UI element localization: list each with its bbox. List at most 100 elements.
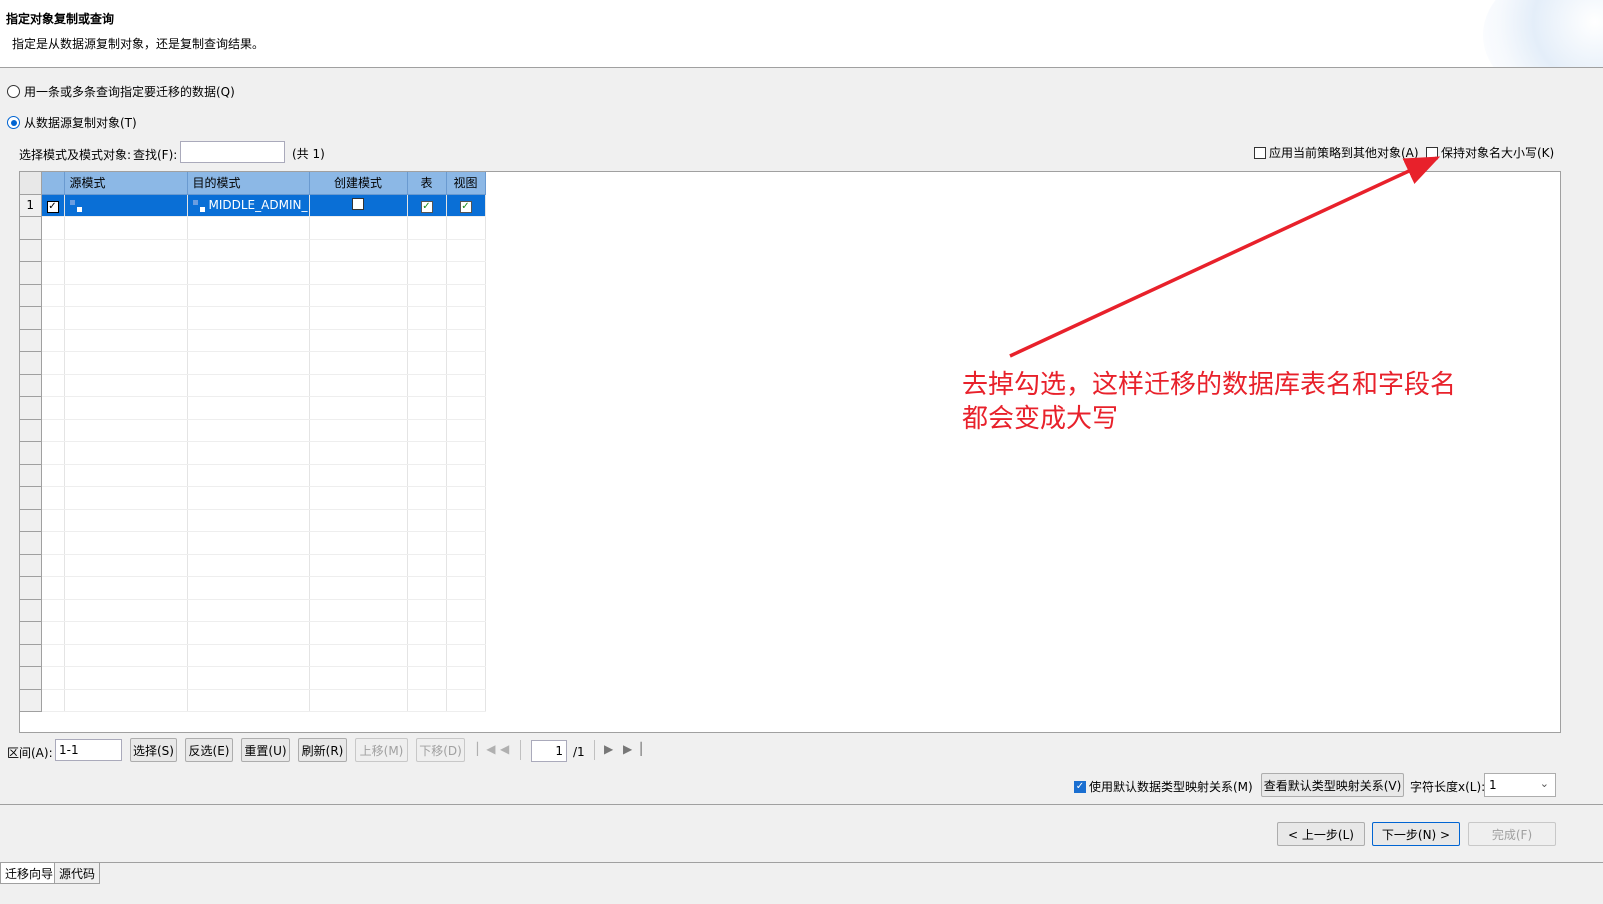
table-row[interactable] — [20, 351, 486, 375]
table-row[interactable] — [20, 374, 486, 397]
table-cell[interactable] — [407, 689, 447, 712]
target-schema-cell[interactable] — [187, 531, 310, 555]
target-schema-cell[interactable] — [187, 666, 310, 690]
row-select-cell[interactable] — [41, 689, 65, 712]
finish-button[interactable]: 完成(F) — [1468, 822, 1556, 846]
row-select-cell[interactable] — [41, 306, 65, 330]
create-schema-cell[interactable] — [309, 419, 408, 442]
table-cell[interactable] — [407, 531, 447, 555]
table-cell[interactable] — [407, 419, 447, 442]
schema-grid[interactable]: 源模式 目的模式 创建模式 表 视图 1 ✓ MIDDLE_ADMIN_ ✓ ✓ — [19, 171, 1561, 733]
source-schema-cell[interactable] — [64, 261, 188, 285]
char-length-select[interactable]: 1 ⌄ — [1484, 773, 1556, 797]
view-cell[interactable] — [446, 486, 486, 510]
view-cell[interactable] — [446, 239, 486, 262]
row-header[interactable] — [20, 329, 42, 352]
table-cell[interactable] — [407, 351, 447, 375]
view-cell[interactable] — [446, 261, 486, 285]
target-schema-cell[interactable] — [187, 216, 310, 240]
target-schema-cell[interactable] — [187, 374, 310, 397]
create-schema-cell[interactable] — [309, 441, 408, 465]
row-select-cell[interactable] — [41, 644, 65, 667]
table-cell[interactable] — [407, 576, 447, 600]
col-create-schema[interactable]: 创建模式 — [309, 172, 408, 195]
row-select-cell[interactable] — [41, 419, 65, 442]
table-row[interactable] — [20, 464, 486, 487]
view-cell[interactable]: ✓ — [446, 194, 486, 217]
table-cell[interactable] — [407, 216, 447, 240]
table-row[interactable] — [20, 509, 486, 532]
create-schema-cell[interactable] — [309, 554, 408, 577]
row-select-cell[interactable] — [41, 239, 65, 262]
row-select-checkbox[interactable]: ✓ — [46, 200, 59, 213]
prev-step-button[interactable]: < 上一步(L) — [1277, 822, 1365, 846]
source-schema-cell[interactable] — [64, 239, 188, 262]
table-row[interactable] — [20, 689, 486, 712]
table-cell[interactable] — [407, 666, 447, 690]
table-row[interactable] — [20, 239, 486, 262]
col-table[interactable]: 表 — [407, 172, 447, 195]
col-target-schema[interactable]: 目的模式 — [187, 172, 310, 195]
target-schema-cell[interactable] — [187, 464, 310, 487]
view-checkbox[interactable]: ✓ — [459, 200, 472, 213]
target-schema-cell[interactable] — [187, 554, 310, 577]
source-schema-cell[interactable] — [64, 689, 188, 712]
move-up-button[interactable]: 上移(M) — [355, 738, 408, 762]
row-header[interactable] — [20, 666, 42, 690]
row-select-cell[interactable] — [41, 396, 65, 420]
source-schema-cell[interactable] — [64, 509, 188, 532]
source-schema-cell[interactable] — [64, 194, 188, 217]
source-schema-cell[interactable] — [64, 284, 188, 307]
range-input[interactable] — [55, 739, 122, 761]
row-select-cell[interactable]: ✓ — [41, 194, 65, 217]
table-row[interactable] — [20, 599, 486, 622]
source-schema-cell[interactable] — [64, 576, 188, 600]
table-cell[interactable] — [407, 554, 447, 577]
create-schema-cell[interactable] — [309, 464, 408, 487]
view-cell[interactable] — [446, 666, 486, 690]
prev-page-icon[interactable]: ◀ — [500, 742, 509, 756]
select-button[interactable]: 选择(S) — [130, 738, 177, 762]
query-option[interactable]: 用一条或多条查询指定要迁移的数据(Q) — [7, 83, 235, 100]
create-schema-cell[interactable] — [309, 486, 408, 510]
target-schema-cell[interactable] — [187, 396, 310, 420]
view-cell[interactable] — [446, 374, 486, 397]
view-cell[interactable] — [446, 419, 486, 442]
col-source-schema[interactable]: 源模式 — [64, 172, 188, 195]
row-select-cell[interactable] — [41, 284, 65, 307]
table-cell[interactable] — [407, 644, 447, 667]
source-schema-cell[interactable] — [64, 486, 188, 510]
create-schema-cell[interactable] — [309, 689, 408, 712]
use-default-mapping-checkbox[interactable]: ✓ — [1074, 780, 1086, 793]
create-schema-cell[interactable] — [309, 284, 408, 307]
table-row[interactable] — [20, 576, 486, 600]
target-schema-cell[interactable] — [187, 621, 310, 645]
table-row[interactable] — [20, 419, 486, 442]
table-row[interactable] — [20, 261, 486, 285]
tab-source-code[interactable]: 源代码 — [54, 863, 101, 884]
table-row[interactable] — [20, 621, 486, 645]
source-schema-cell[interactable] — [64, 441, 188, 465]
row-select-cell[interactable] — [41, 599, 65, 622]
create-schema-cell[interactable] — [309, 216, 408, 240]
view-cell[interactable] — [446, 554, 486, 577]
row-header[interactable] — [20, 396, 42, 420]
tab-migration-wizard[interactable]: 迁移向导 — [0, 863, 59, 884]
source-schema-cell[interactable] — [64, 621, 188, 645]
view-cell[interactable] — [446, 306, 486, 330]
row-header[interactable]: 1 — [20, 194, 42, 217]
next-page-icon[interactable]: ▶ — [604, 742, 613, 756]
table-checkbox[interactable]: ✓ — [420, 200, 433, 213]
row-select-cell[interactable] — [41, 441, 65, 465]
row-header[interactable] — [20, 486, 42, 510]
table-row[interactable] — [20, 531, 486, 555]
table-row[interactable] — [20, 666, 486, 690]
use-default-mapping-option[interactable]: ✓ 使用默认数据类型映射关系(M) — [1074, 778, 1253, 795]
source-schema-cell[interactable] — [64, 374, 188, 397]
row-select-cell[interactable] — [41, 216, 65, 240]
row-header[interactable] — [20, 554, 42, 577]
table-cell[interactable]: ✓ — [407, 194, 447, 217]
source-schema-cell[interactable] — [64, 396, 188, 420]
row-header[interactable] — [20, 464, 42, 487]
source-schema-cell[interactable] — [64, 554, 188, 577]
